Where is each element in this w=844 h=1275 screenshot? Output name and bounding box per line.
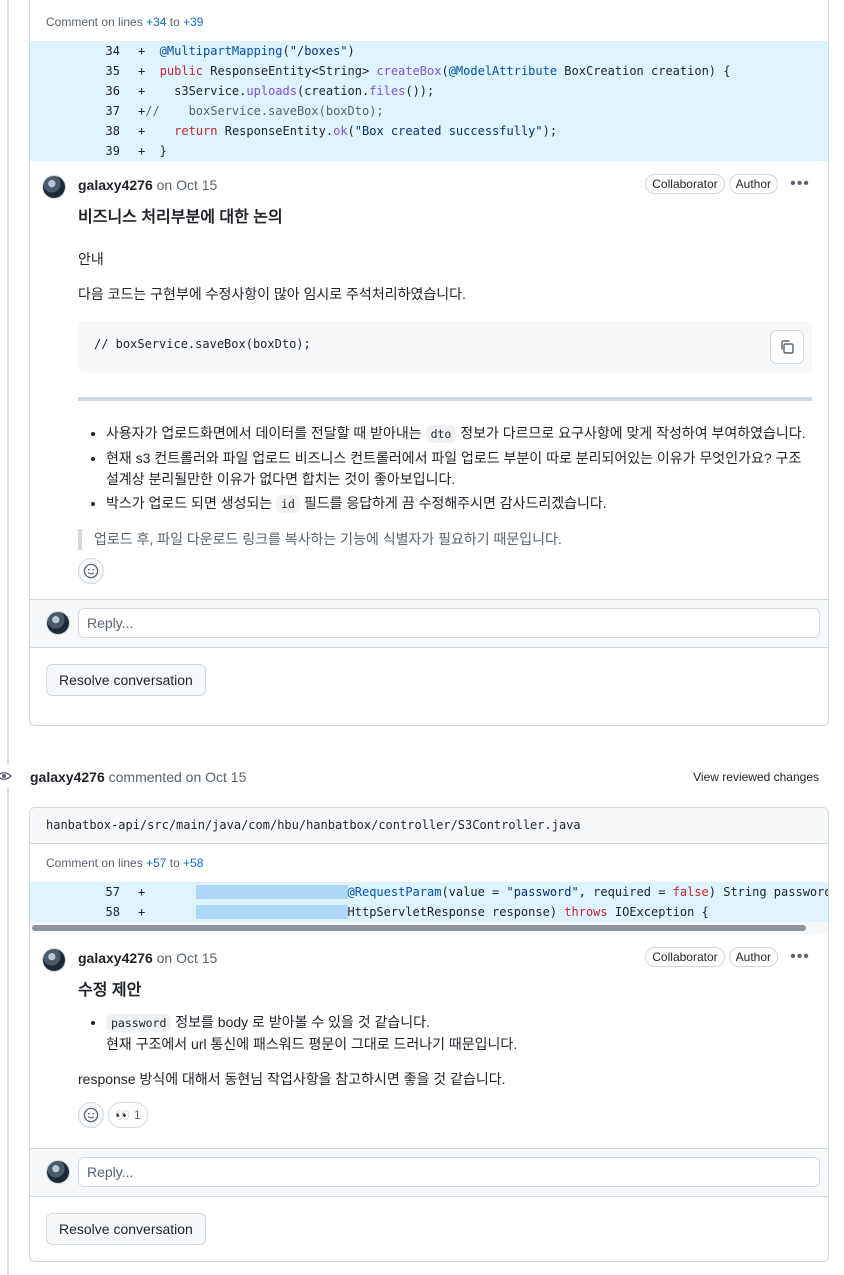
author-badge: Author	[728, 947, 778, 967]
divider	[78, 397, 812, 401]
avatar	[46, 611, 70, 635]
comment-timestamp[interactable]: on Oct 15	[157, 177, 218, 193]
horizontal-scrollbar[interactable]	[30, 922, 828, 934]
comment-heading: 비즈니스 처리부분에 대한 논의	[78, 209, 283, 226]
resolve-conversation-button[interactable]: Resolve conversation	[46, 664, 206, 696]
comment-heading: 수정 제안	[78, 982, 142, 999]
copy-button[interactable]	[770, 330, 804, 364]
bullet-list: 사용자가 업로드화면에서 데이터를 전달할 때 받아내는 dto 정보가 다르므…	[78, 423, 812, 515]
line-start-link[interactable]: +57	[146, 856, 166, 870]
smiley-icon	[83, 1107, 99, 1123]
code-line-57: 57 + @RequestParam(value = "password", r…	[105, 885, 828, 899]
author-link[interactable]: galaxy4276	[78, 177, 153, 193]
code-line-34: 34 + @MultipartMapping("/boxes")	[105, 44, 355, 58]
comment-on-lines: Comment on lines +34 to +39	[46, 15, 204, 29]
review-thread-2: hanbatbox-api/src/main/java/com/hbu/hanb…	[29, 807, 829, 1262]
author-badge: Author	[728, 174, 778, 194]
comment-on-lines: Comment on lines +57 to +58	[46, 856, 204, 870]
code-snippet: 34 + @MultipartMapping("/boxes") 35 + pu…	[30, 41, 828, 161]
reply-bar: Reply...	[30, 1148, 828, 1196]
event-action: commented on Oct 15	[108, 769, 247, 785]
add-reaction-button[interactable]	[78, 558, 104, 584]
event-author-link[interactable]: galaxy4276	[30, 769, 105, 785]
kebab-menu-icon[interactable]: •••	[788, 175, 812, 193]
code-line-58: 58 + HttpServletResponse response) throw…	[105, 905, 709, 919]
review-thread-1: Comment on lines +34 to +39 34 + @Multip…	[29, 0, 829, 726]
eye-icon	[0, 764, 16, 788]
reply-bar: Reply...	[30, 599, 828, 647]
collaborator-badge: Collaborator	[645, 174, 725, 194]
avatar[interactable]	[42, 175, 66, 199]
reply-input[interactable]: Reply...	[78, 1157, 820, 1187]
collaborator-badge: Collaborator	[645, 947, 725, 967]
avatar[interactable]	[42, 948, 66, 972]
review-comment: galaxy4276 on Oct 15 Collaborator Author…	[30, 934, 828, 1148]
intro-text: 다음 코드는 구현부에 수정사항이 많아 임시로 주석처리하였습니다.	[78, 286, 466, 302]
notice-text: 안내	[78, 251, 104, 267]
review-comment: galaxy4276 on Oct 15 Collaborator Author…	[30, 161, 828, 599]
code-block: // boxService.saveBox(boxDto);	[78, 321, 812, 373]
reaction-count: 1	[133, 1108, 141, 1122]
line-end-link[interactable]: +58	[183, 856, 203, 870]
code-line-35: 35 + public ResponseEntity<String> creat…	[105, 64, 731, 78]
code-line-39: 39 + }	[105, 144, 167, 158]
list-item: password 정보를 body 로 받아볼 수 있을 것 같습니다. 현재 …	[106, 1012, 812, 1055]
line-start-link[interactable]: +34	[146, 15, 166, 29]
kebab-menu-icon[interactable]: •••	[788, 948, 812, 966]
timeline-event: galaxy4276 commented on Oct 15 View revi…	[0, 760, 844, 794]
avatar	[46, 1160, 70, 1184]
list-item: 사용자가 업로드화면에서 데이터를 전달할 때 받아내는 dto 정보가 다르므…	[106, 423, 812, 445]
eyes-reaction-button[interactable]: 👀 1	[108, 1102, 148, 1128]
body-paragraph: response 방식에 대해서 동현님 작업사항을 참고하시면 좋을 것 같습…	[78, 1071, 506, 1087]
comment-timestamp[interactable]: on Oct 15	[157, 950, 218, 966]
bullet-list: password 정보를 body 로 받아볼 수 있을 것 같습니다. 현재 …	[78, 1012, 812, 1055]
code-line-36: 36 + s3Service.uploads(creation.files())…	[105, 84, 435, 98]
resolve-conversation-button[interactable]: Resolve conversation	[46, 1213, 206, 1245]
code-line-37: 37 +// boxService.saveBox(boxDto);	[105, 104, 384, 118]
code-line-38: 38 + return ResponseEntity.ok("Box creat…	[105, 124, 558, 138]
smiley-icon	[83, 563, 99, 579]
code-snippet: 57 + @RequestParam(value = "password", r…	[30, 882, 828, 922]
author-link[interactable]: galaxy4276	[78, 950, 153, 966]
eyes-icon: 👀	[115, 1108, 130, 1122]
blockquote: 업로드 후, 파일 다운로드 링크를 복사하는 기능에 식별자가 필요하기 때문…	[78, 529, 812, 550]
line-end-link[interactable]: +39	[183, 15, 203, 29]
reply-input[interactable]: Reply...	[78, 608, 820, 638]
view-reviewed-changes-link[interactable]: View reviewed changes	[693, 770, 819, 784]
add-reaction-button[interactable]	[78, 1102, 104, 1128]
list-item: 박스가 업로드 되면 생성되는 id 필드를 응답하게 끔 수정해주시면 감사드…	[106, 493, 812, 515]
timeline-line	[7, 0, 9, 1275]
copy-icon	[781, 340, 794, 354]
file-path[interactable]: hanbatbox-api/src/main/java/com/hbu/hanb…	[30, 808, 828, 844]
list-item: 현재 s3 컨트롤러와 파일 업로드 비즈니스 컨트롤러에서 파일 업로드 부분…	[106, 448, 812, 490]
